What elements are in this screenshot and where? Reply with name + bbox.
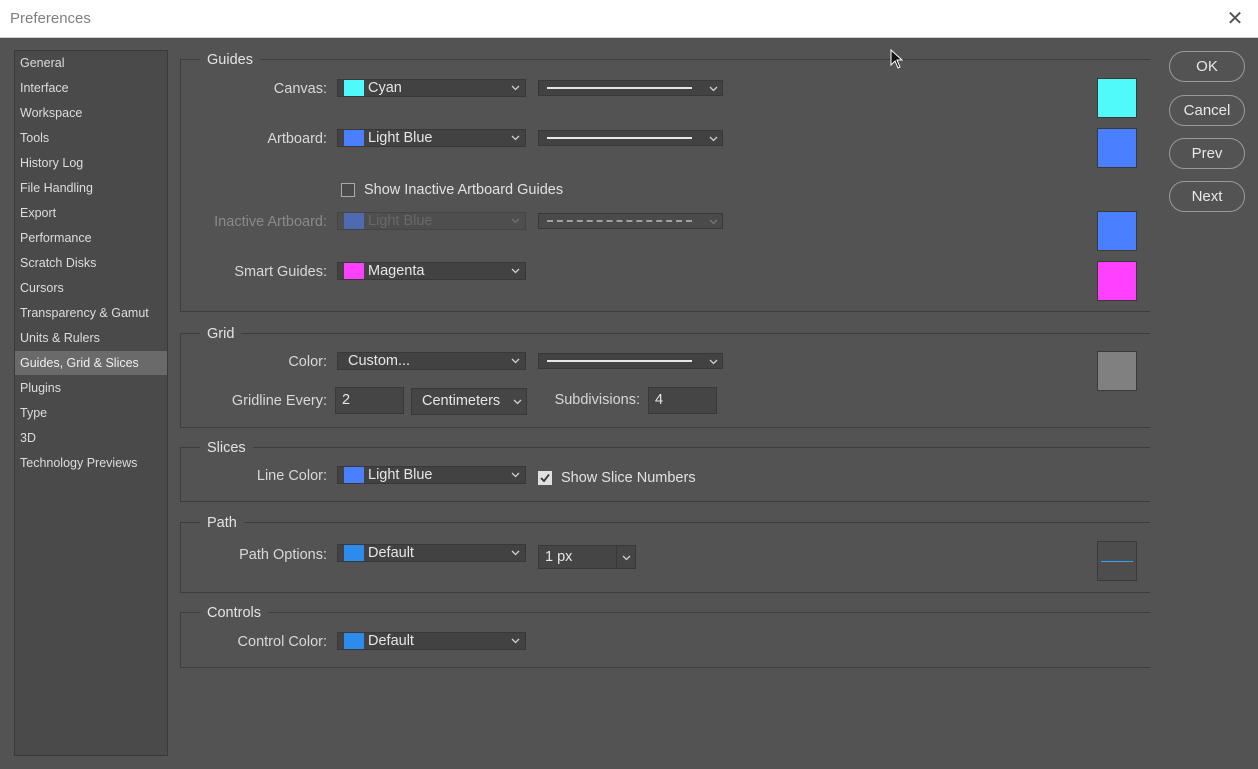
next-button[interactable]: Next xyxy=(1169,181,1245,212)
sidebar-item-file-handling[interactable]: File Handling xyxy=(15,176,167,200)
chevron-down-icon xyxy=(709,359,718,365)
sidebar-item-history-log[interactable]: History Log xyxy=(15,151,167,175)
line-style-dashed xyxy=(547,220,692,222)
line-style-solid xyxy=(547,137,692,139)
sidebar-item-transparency-gamut[interactable]: Transparency & Gamut xyxy=(15,301,167,325)
path-preview-line xyxy=(1101,561,1133,562)
control-color-value: Default xyxy=(368,633,414,649)
color-swatch xyxy=(344,263,364,279)
chevron-down-icon xyxy=(511,218,520,224)
gridline-every-label: Gridline Every: xyxy=(231,393,327,409)
mouse-cursor-icon xyxy=(890,49,904,69)
smart-guides-color-dropdown[interactable]: Magenta xyxy=(337,262,526,280)
smart-guides-color-swatch[interactable] xyxy=(1097,261,1137,301)
color-swatch xyxy=(344,130,364,146)
slice-line-color-dropdown[interactable]: Light Blue xyxy=(337,466,526,484)
control-color-dropdown[interactable]: Default xyxy=(337,632,526,650)
path-width-select[interactable]: 1 px xyxy=(538,545,636,569)
canvas-color-dropdown[interactable]: Cyan xyxy=(337,79,526,97)
line-style-solid xyxy=(547,360,692,362)
show-slice-numbers-checkbox[interactable] xyxy=(538,471,552,485)
inactive-artboard-color-swatch[interactable] xyxy=(1097,211,1137,251)
checkmark-icon xyxy=(540,473,550,483)
color-swatch xyxy=(344,213,364,229)
canvas-line-style-dropdown[interactable] xyxy=(538,80,723,96)
artboard-line-style-dropdown[interactable] xyxy=(538,130,723,146)
grid-color-swatch[interactable] xyxy=(1097,351,1137,391)
line-style-solid xyxy=(547,87,692,89)
chevron-down-icon xyxy=(511,638,520,644)
subdivisions-input[interactable]: 4 xyxy=(648,387,717,414)
grid-color-value: Custom... xyxy=(348,353,411,369)
chevron-down-icon xyxy=(511,358,520,364)
inactive-artboard-color-dropdown[interactable]: Light Blue xyxy=(337,212,526,230)
slice-line-color-label: Line Color: xyxy=(256,468,327,484)
smart-guides-label: Smart Guides: xyxy=(234,264,327,280)
select-divider xyxy=(616,546,617,568)
sidebar-item-general[interactable]: General xyxy=(15,51,167,75)
inactive-artboard-label: Inactive Artboard: xyxy=(214,214,327,230)
prev-button[interactable]: Prev xyxy=(1169,138,1245,169)
artboard-color-value: Light Blue xyxy=(368,130,433,146)
title-bar: Preferences ✕ xyxy=(0,0,1258,38)
chevron-down-icon xyxy=(511,268,520,274)
artboard-color-swatch[interactable] xyxy=(1097,128,1137,168)
show-slice-numbers-label: Show Slice Numbers xyxy=(561,470,696,486)
chevron-down-icon xyxy=(709,86,718,92)
subdivisions-label: Subdivisions: xyxy=(554,392,640,408)
chevron-down-icon xyxy=(709,136,718,142)
close-icon[interactable]: ✕ xyxy=(1218,2,1252,36)
slices-heading: Slices xyxy=(200,439,253,457)
canvas-color-swatch[interactable] xyxy=(1097,78,1137,118)
color-swatch xyxy=(344,467,364,483)
control-color-label: Control Color: xyxy=(237,634,327,650)
chevron-down-icon xyxy=(511,85,520,91)
chevron-down-icon xyxy=(709,219,718,225)
show-inactive-artboard-checkbox[interactable] xyxy=(341,183,355,197)
grid-color-dropdown[interactable]: Custom... xyxy=(337,352,526,370)
color-swatch xyxy=(344,633,364,649)
chevron-down-icon xyxy=(622,555,631,561)
chevron-down-icon xyxy=(511,550,520,556)
show-inactive-artboard-label: Show Inactive Artboard Guides xyxy=(364,182,564,198)
sidebar-item-3d[interactable]: 3D xyxy=(15,426,167,450)
path-preview xyxy=(1097,541,1137,581)
artboard-color-dropdown[interactable]: Light Blue xyxy=(337,129,526,147)
slice-line-color-value: Light Blue xyxy=(368,467,433,483)
inactive-artboard-color-value: Light Blue xyxy=(368,213,433,229)
sidebar-item-units-rulers[interactable]: Units & Rulers xyxy=(15,326,167,350)
ok-button[interactable]: OK xyxy=(1169,51,1245,82)
chevron-down-icon xyxy=(511,472,520,478)
grid-color-label: Color: xyxy=(288,354,327,370)
canvas-color-value: Cyan xyxy=(368,80,402,96)
grid-line-style-dropdown[interactable] xyxy=(538,353,723,369)
path-options-color-dropdown[interactable]: Default xyxy=(337,544,526,562)
guides-heading: Guides xyxy=(200,51,260,69)
sidebar-item-workspace[interactable]: Workspace xyxy=(15,101,167,125)
canvas-label: Canvas: xyxy=(273,81,327,97)
artboard-label: Artboard: xyxy=(267,131,327,147)
cancel-button[interactable]: Cancel xyxy=(1169,95,1245,126)
color-swatch xyxy=(344,80,364,96)
gridline-every-input[interactable]: 2 xyxy=(335,387,404,414)
color-swatch xyxy=(344,545,364,561)
path-heading: Path xyxy=(200,514,244,532)
smart-guides-color-value: Magenta xyxy=(368,263,425,279)
path-options-label: Path Options: xyxy=(239,547,327,563)
path-options-color-value: Default xyxy=(368,545,414,561)
controls-heading: Controls xyxy=(200,604,268,622)
window-title: Preferences xyxy=(10,10,91,27)
inactive-artboard-line-style-dropdown[interactable] xyxy=(538,213,723,229)
grid-heading: Grid xyxy=(200,325,242,343)
path-width-value: 1 px xyxy=(545,549,573,565)
chevron-down-icon xyxy=(511,135,520,141)
